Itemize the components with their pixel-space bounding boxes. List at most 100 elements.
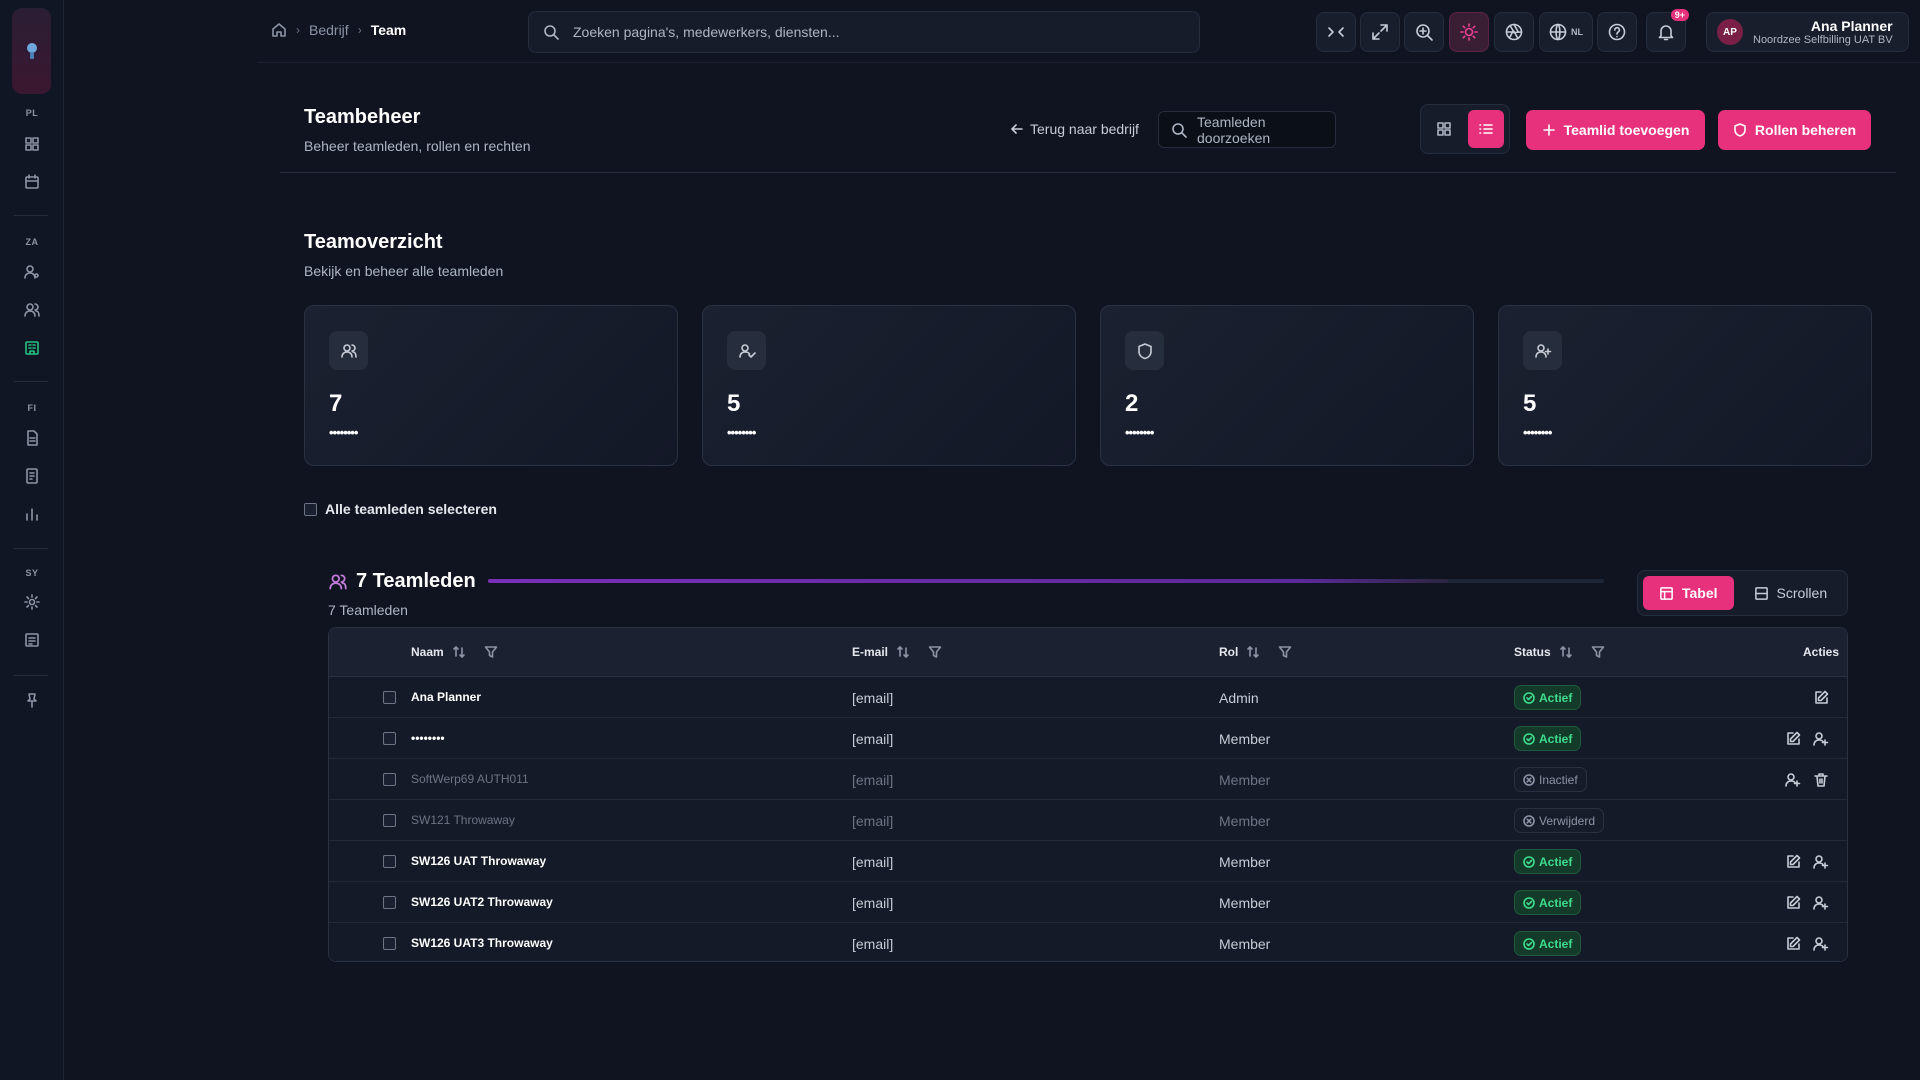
header-divider xyxy=(280,172,1896,173)
status-badge: Actief xyxy=(1514,931,1582,956)
globe-icon xyxy=(1549,23,1567,41)
page-title: Teambeheer xyxy=(304,106,421,128)
view-toggle xyxy=(1420,104,1510,154)
row-checkbox[interactable] xyxy=(383,773,396,786)
edit-icon[interactable] xyxy=(1784,894,1802,912)
table-row[interactable]: SW126 UAT2 Throwaway [email] Member Actief xyxy=(329,882,1847,923)
edit-icon[interactable] xyxy=(1784,935,1802,953)
add-team-member-button[interactable]: Teamlid toevoegen xyxy=(1526,110,1705,150)
member-role: Member xyxy=(1219,772,1271,788)
sort-icon[interactable] xyxy=(896,645,910,659)
team-list-header: 7 Teamleden xyxy=(328,570,476,593)
status-text: Actief xyxy=(1539,895,1573,910)
page-subtitle: Beheer teamleden, rollen en rechten xyxy=(304,138,531,154)
status-cell: Actief xyxy=(1514,890,1582,915)
calendar-icon[interactable] xyxy=(22,172,42,192)
table-row[interactable]: SW126 UAT3 Throwaway [email] Member Actief xyxy=(329,923,1847,961)
edit-icon[interactable] xyxy=(1784,730,1802,748)
table-row[interactable]: Ana Planner [email] Admin Actief xyxy=(329,677,1847,718)
manage-roles-label: Rollen beheren xyxy=(1754,122,1857,138)
user-cog-icon[interactable] xyxy=(22,262,42,282)
breadcrumb-team: Team xyxy=(370,22,407,38)
list-view-button[interactable] xyxy=(1467,110,1504,148)
row-checkbox[interactable] xyxy=(383,937,396,950)
sort-icon[interactable] xyxy=(452,645,466,659)
building-icon[interactable] xyxy=(22,338,42,358)
breadcrumb: › Bedrijf › Team xyxy=(271,22,406,38)
row-checkbox[interactable] xyxy=(383,732,396,745)
manage-roles-button[interactable]: Rollen beheren xyxy=(1718,110,1871,150)
theme-toggle-button[interactable] xyxy=(1449,12,1489,52)
language-button[interactable]: NL xyxy=(1539,12,1593,52)
grid-view-button[interactable] xyxy=(1426,110,1463,148)
chart-icon[interactable] xyxy=(22,504,42,524)
filter-icon[interactable] xyxy=(484,645,498,659)
scroll-mode-button[interactable]: Scrollen xyxy=(1738,576,1844,610)
global-search-input[interactable]: Zoeken pagina's, medewerkers, diensten..… xyxy=(528,11,1200,53)
status-text: Verwijderd xyxy=(1539,813,1596,828)
column-name[interactable]: Naam xyxy=(411,645,498,659)
filter-icon[interactable] xyxy=(1591,645,1605,659)
select-all[interactable]: Alle teamleden selecteren xyxy=(304,501,497,517)
select-all-checkbox[interactable] xyxy=(304,502,317,516)
search-icon xyxy=(543,24,559,40)
sort-icon[interactable] xyxy=(1559,645,1573,659)
table-row[interactable]: •••••••• [email] Member Actief xyxy=(329,718,1847,759)
column-name-label: Naam xyxy=(411,645,444,659)
user-menu[interactable]: AP Ana Planner Noordzee Selfbilling UAT … xyxy=(1706,12,1909,52)
users-icon[interactable] xyxy=(22,300,42,320)
column-email[interactable]: E-mail xyxy=(852,645,942,659)
table-row[interactable]: SW126 UAT Throwaway [email] Member Actief xyxy=(329,841,1847,882)
fullscreen-button[interactable] xyxy=(1360,12,1400,52)
filter-icon[interactable] xyxy=(1278,645,1292,659)
arrow-left-icon xyxy=(1011,124,1023,134)
column-status[interactable]: Status xyxy=(1514,645,1605,659)
trash-icon[interactable] xyxy=(1812,771,1830,789)
stat-value: 2 xyxy=(1125,390,1139,417)
status-cell: Actief xyxy=(1514,931,1582,956)
dashboard-icon[interactable] xyxy=(22,134,42,154)
edit-icon[interactable] xyxy=(1812,689,1830,707)
row-checkbox[interactable] xyxy=(383,691,396,704)
x-circle-icon xyxy=(1523,773,1535,786)
progress-fill xyxy=(488,579,1448,583)
invoice-icon[interactable] xyxy=(22,466,42,486)
settings-icon[interactable] xyxy=(22,592,42,612)
user-settings-icon[interactable] xyxy=(1784,771,1802,789)
sort-icon[interactable] xyxy=(1246,645,1260,659)
log-icon[interactable] xyxy=(22,630,42,650)
edit-icon[interactable] xyxy=(1784,853,1802,871)
back-to-company-link[interactable]: Terug naar bedrijf xyxy=(1010,121,1139,137)
home-icon[interactable] xyxy=(271,22,287,38)
document-icon[interactable] xyxy=(22,428,42,448)
table-row[interactable]: SoftWerp69 AUTH011 [email] Member Inactief xyxy=(329,759,1847,800)
select-all-label: Alle teamleden selecteren xyxy=(325,501,497,517)
table-mode-button[interactable]: Tabel xyxy=(1643,576,1734,610)
user-settings-icon[interactable] xyxy=(1812,730,1830,748)
row-checkbox[interactable] xyxy=(383,896,396,909)
app-logo[interactable] xyxy=(12,8,51,94)
filter-icon[interactable] xyxy=(928,645,942,659)
breadcrumb-bedrijf[interactable]: Bedrijf xyxy=(309,22,349,38)
user-settings-icon[interactable] xyxy=(1812,853,1830,871)
notifications-button[interactable]: 9+ xyxy=(1646,9,1689,52)
row-checkbox[interactable] xyxy=(383,814,396,827)
avatar: AP xyxy=(1717,19,1743,45)
user-settings-icon[interactable] xyxy=(1812,894,1830,912)
side-panel xyxy=(64,0,257,1080)
language-code: NL xyxy=(1571,27,1583,37)
help-button[interactable] xyxy=(1597,12,1637,52)
column-role[interactable]: Rol xyxy=(1219,645,1292,659)
collapse-sidebar-button[interactable] xyxy=(1316,12,1356,52)
team-search-input[interactable]: Teamleden doorzoeken xyxy=(1158,111,1336,148)
aperture-button[interactable] xyxy=(1494,12,1534,52)
table-row[interactable]: SW121 Throwaway [email] Member Verwijderd xyxy=(329,800,1847,841)
status-text: Inactief xyxy=(1539,772,1578,787)
zoom-button[interactable] xyxy=(1404,12,1444,52)
user-settings-icon[interactable] xyxy=(1812,935,1830,953)
check-circle-icon xyxy=(1523,896,1535,909)
stat-label: •••••••• xyxy=(727,425,756,440)
pin-icon[interactable] xyxy=(22,690,42,710)
row-checkbox[interactable] xyxy=(383,855,396,868)
zoom-in-icon xyxy=(1416,24,1433,41)
